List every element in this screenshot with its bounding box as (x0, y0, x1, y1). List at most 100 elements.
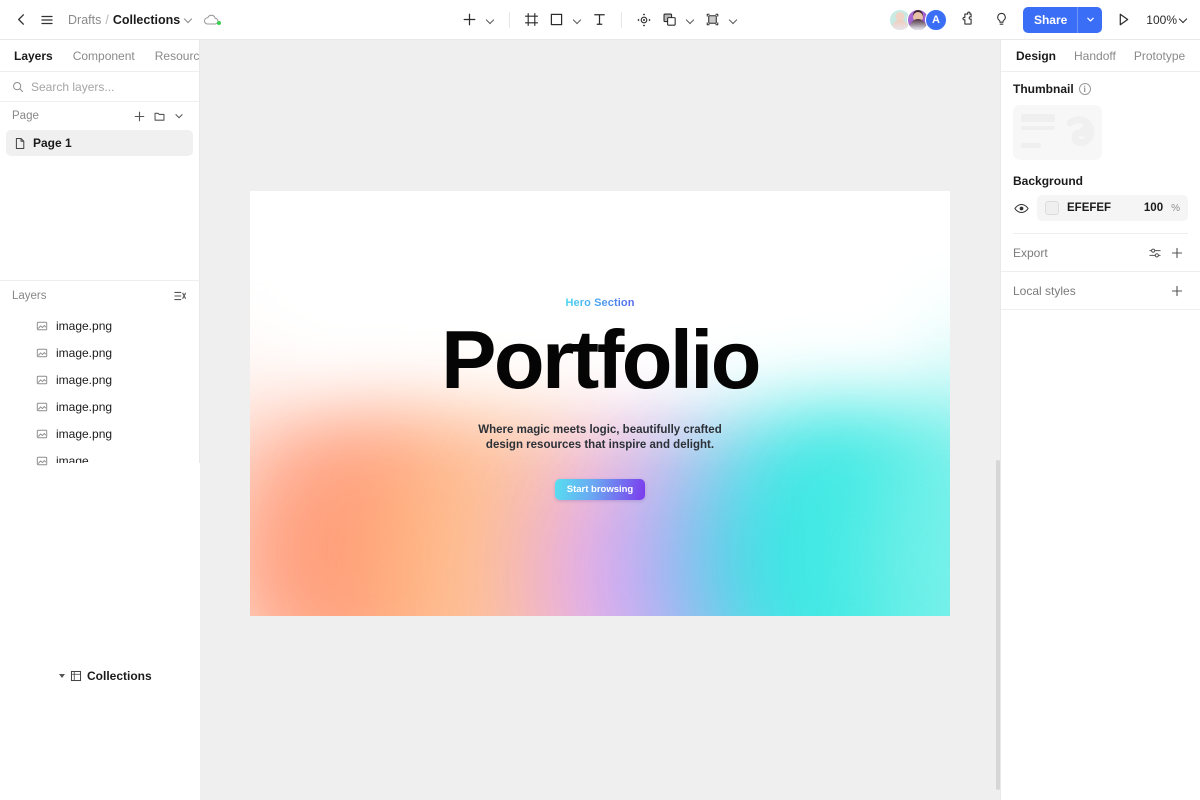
layer-label: image.png (56, 426, 113, 441)
tab-handoff[interactable]: Handoff (1065, 40, 1125, 72)
layers-list: Collections image.png image.png image.pn… (0, 312, 750, 800)
topbar-right-group: A Share 100% (888, 6, 1190, 33)
text-icon[interactable] (588, 6, 611, 34)
export-label: Export (1013, 245, 1048, 260)
background-fill-row: EFEFEF 100 % (1013, 195, 1188, 221)
thumbnail-section: Thumbnail i Background EFEFEF 100 % (1001, 72, 1200, 234)
search-icon (12, 81, 24, 93)
hero-section: Hero Section Portfolio Where magic meets… (250, 191, 950, 616)
thumbnail-preview[interactable] (1013, 105, 1102, 160)
add-chevron-down-icon[interactable] (481, 6, 499, 34)
image-icon (36, 401, 48, 413)
add-export-icon[interactable] (1166, 242, 1188, 264)
thumbnail-placeholder-bar (1021, 114, 1055, 122)
background-color-field[interactable]: EFEFEF 100 % (1037, 195, 1188, 221)
cloud-status-dot (217, 20, 222, 25)
zoom-level-label: 100% (1146, 12, 1177, 27)
eye-icon[interactable] (1013, 203, 1029, 214)
hamburger-menu-icon[interactable] (34, 7, 60, 33)
layer-row-image[interactable]: image.png (0, 366, 200, 393)
background-label: Background (1013, 174, 1084, 188)
add-page-icon[interactable] (129, 106, 149, 126)
opacity-unit-label: % (1171, 202, 1180, 214)
back-icon[interactable] (8, 7, 34, 33)
tab-prototype[interactable]: Prototype (1125, 40, 1194, 72)
boolean-union-icon[interactable] (658, 6, 681, 34)
right-panel: Design Handoff Prototype Thumbnail i Bac… (1000, 40, 1200, 800)
layer-row-image[interactable]: image.png (0, 339, 200, 366)
search-layers-row[interactable] (0, 72, 199, 102)
search-input[interactable] (31, 79, 181, 94)
background-hex-value[interactable]: EFEFEF (1067, 202, 1136, 214)
tab-design[interactable]: Design (1007, 40, 1065, 72)
page-section-title: Page (12, 110, 39, 122)
canvas-area[interactable]: Hero Section Portfolio Where magic meets… (200, 40, 1000, 800)
shape-chevron-down-icon[interactable] (568, 6, 586, 34)
page-item-page-1[interactable]: Page 1 (6, 130, 193, 156)
layer-label: image.png (56, 318, 113, 333)
thumbnail-logo-icon (1066, 116, 1095, 147)
layer-label: image.png (56, 399, 113, 414)
thumbnail-title-row: Thumbnail i (1013, 82, 1188, 96)
center-tools (458, 0, 742, 40)
rectangle-icon[interactable] (545, 6, 568, 34)
slice-icon[interactable] (701, 6, 724, 34)
hero-title: Portfolio (441, 313, 761, 406)
tool-add-group (458, 6, 499, 34)
hero-subtitle-line-1: Where magic meets logic, beautifully cra… (478, 424, 722, 436)
collaborator-avatars: A (888, 8, 947, 31)
chevron-down-icon[interactable] (184, 15, 193, 24)
local-styles-label: Local styles (1013, 283, 1076, 298)
info-icon[interactable]: i (1078, 83, 1091, 95)
image-icon (36, 320, 48, 332)
sliders-icon[interactable] (1144, 242, 1166, 264)
add-local-style-icon[interactable] (1166, 280, 1188, 302)
layer-label: Collections (87, 668, 152, 683)
layer-row-image[interactable]: image.png (0, 420, 200, 447)
tool-shape-group (545, 6, 586, 34)
avatar[interactable]: A (924, 8, 947, 31)
thumbnail-title: Thumbnail (1013, 82, 1074, 96)
slice-chevron-down-icon[interactable] (724, 6, 742, 34)
collapse-all-icon[interactable] (170, 286, 190, 306)
thumbnail-placeholder-bar (1021, 126, 1055, 130)
image-icon (36, 347, 48, 359)
share-chevron-down-icon[interactable] (1078, 15, 1102, 24)
tab-component[interactable]: Component (63, 40, 145, 72)
color-swatch[interactable] (1045, 201, 1059, 215)
layer-label: image.png (56, 345, 113, 360)
tab-layers[interactable]: Layers (4, 40, 63, 72)
zoom-chevron-down-icon[interactable] (1179, 15, 1188, 24)
vector-move-icon[interactable] (632, 6, 656, 34)
boolean-chevron-down-icon[interactable] (681, 6, 699, 34)
breadcrumb-parent[interactable]: Drafts (68, 13, 101, 27)
lightbulb-icon[interactable] (989, 7, 1015, 33)
layer-row-image[interactable]: image.png (0, 393, 200, 420)
export-section[interactable]: Export (1001, 234, 1200, 272)
frame-icon[interactable] (520, 6, 543, 34)
zoom-control[interactable]: 100% (1144, 13, 1190, 27)
tool-slice-group (701, 6, 742, 34)
start-browsing-button[interactable]: Start browsing (554, 479, 646, 501)
design-frame-collections[interactable]: Hero Section Portfolio Where magic meets… (250, 191, 950, 616)
layers-section-title: Layers (12, 289, 47, 302)
play-icon[interactable] (1110, 7, 1136, 33)
hero-eyebrow-label: Hero Section (565, 297, 635, 309)
breadcrumb-current[interactable]: Collections (113, 13, 180, 27)
page-section-chevron-down-icon[interactable] (169, 106, 189, 126)
layer-row-image[interactable]: image.png (0, 312, 200, 339)
local-styles-section[interactable]: Local styles (1001, 272, 1200, 310)
plugin-icon[interactable] (955, 7, 981, 33)
thumbnail-placeholder-bar (1021, 143, 1041, 148)
breadcrumb[interactable]: Drafts / Collections (68, 13, 193, 27)
share-button[interactable]: Share (1022, 6, 1103, 33)
plus-icon[interactable] (458, 6, 481, 34)
expand-triangle-icon[interactable] (59, 673, 65, 678)
background-opacity-value[interactable]: 100 (1144, 202, 1163, 214)
toolbar-divider (509, 11, 510, 28)
toolbar-divider-2 (621, 11, 622, 28)
folder-icon[interactable] (149, 106, 169, 126)
layers-section-header: Layers (0, 280, 200, 310)
page-section-header: Page (0, 102, 199, 130)
page-item-label: Page 1 (33, 136, 72, 150)
